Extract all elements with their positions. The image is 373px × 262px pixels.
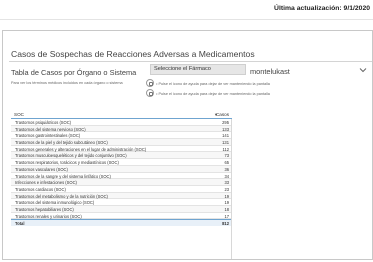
row-count: 141: [222, 133, 229, 139]
help-note-right-2: • Pulse el icono de ayuda para dejar de …: [145, 89, 270, 98]
row-label: Trastornos del sistema inmunológico (SOC…: [15, 200, 95, 206]
help-icon[interactable]: [146, 79, 154, 87]
help-icon[interactable]: [146, 89, 154, 97]
chevron-down-icon: [359, 68, 367, 73]
table-row[interactable]: Trastornos gastrointestinales (SOC) 141: [11, 132, 232, 140]
row-count: 295: [222, 120, 229, 125]
top-bar: Última actualización: 9/1/2020: [0, 0, 373, 20]
row-label: Infecciones e infestaciones (SOC): [15, 180, 77, 186]
row-label: Trastornos gastrointestinales (SOC): [15, 133, 81, 139]
table-row[interactable]: Trastornos del sistema nervioso (SOC) 133: [11, 125, 232, 133]
row-count: 17: [224, 213, 229, 219]
row-label: Trastornos del metabolismo y de la nutri…: [15, 193, 108, 199]
help-note-right-1: • Pulse el icono de ayuda para dejar de …: [145, 79, 270, 88]
row-label: Trastornos psiquiátricos (SOC): [15, 120, 72, 125]
table-total-row: Total 812: [11, 219, 232, 227]
row-label: Trastornos generales y alteraciones en e…: [15, 146, 147, 152]
title-divider: [9, 61, 372, 62]
help-note-left: Para ver los términos médicos incluidos …: [11, 81, 123, 85]
table-row[interactable]: Trastornos renales y urinarios (SOC) 17: [11, 213, 232, 220]
table-row[interactable]: Trastornos de la sangre y del sistema li…: [11, 173, 232, 180]
table-row[interactable]: Trastornos de la piel y del tejido subcu…: [11, 139, 232, 146]
row-count: 19: [224, 193, 229, 199]
row-label: Trastornos hepatobiliares (SOC): [15, 206, 74, 212]
row-count: 133: [222, 126, 229, 132]
row-label: Trastornos de la piel y del tejido subcu…: [15, 140, 108, 146]
table-row[interactable]: Trastornos respiratorios, torácicos y me…: [11, 159, 232, 166]
table-row[interactable]: Trastornos psiquiátricos (SOC) 295: [11, 119, 232, 126]
report-title: Casos de Sospechas de Reacciones Adversa…: [11, 49, 255, 59]
row-label: Trastornos respiratorios, torácicos y me…: [15, 160, 119, 166]
table-row[interactable]: Trastornos musculoesqueléticos y del tej…: [11, 152, 232, 160]
table-row[interactable]: Trastornos cardiacos (SOC) 23: [11, 186, 232, 193]
drug-dropdown-value: montelukast: [250, 67, 290, 76]
row-count: 34: [224, 173, 229, 179]
help-note-right-2-text: • Pulse el icono de ayuda para dejar de …: [156, 92, 270, 96]
row-count: 33: [224, 180, 229, 186]
column-header-soc[interactable]: SOC: [14, 112, 24, 117]
row-label: Trastornos musculoesqueléticos y del tej…: [15, 153, 127, 159]
help-note-right-1-text: • Pulse el icono de ayuda para dejar de …: [156, 82, 270, 86]
row-label: Trastornos vasculares (SOC): [15, 166, 68, 172]
drug-dropdown[interactable]: montelukast: [248, 64, 372, 78]
table-row[interactable]: Trastornos hepatobiliares (SOC) 18: [11, 205, 232, 213]
row-count: 23: [224, 186, 229, 192]
table-row[interactable]: Trastornos del sistema inmunológico (SOC…: [11, 199, 232, 206]
table-row[interactable]: Trastornos generales y alteraciones en e…: [11, 146, 232, 153]
row-count: 18: [224, 206, 229, 212]
row-label: Trastornos cardiacos (SOC): [15, 186, 66, 192]
table-row[interactable]: Infecciones e infestaciones (SOC) 33: [11, 179, 232, 186]
report-frame: Casos de Sospechas de Reacciones Adversa…: [2, 30, 373, 260]
table-scrollbar[interactable]: [231, 119, 232, 259]
row-count: 73: [224, 153, 229, 159]
row-count: 131: [222, 140, 229, 146]
row-count: 36: [224, 166, 229, 172]
table-subtitle: Tabla de Casos por Órgano o Sistema: [11, 68, 137, 77]
table-row[interactable]: Trastornos vasculares (SOC) 36: [11, 165, 232, 173]
row-count: 112: [222, 146, 229, 152]
table-row[interactable]: Trastornos del metabolismo y de la nutri…: [11, 192, 232, 200]
cases-table: SOC ▼ Casos Trastornos psiquiátricos (SO…: [11, 110, 232, 227]
row-label: Trastornos del sistema nervioso (SOC): [15, 126, 86, 132]
row-count: 65: [224, 160, 229, 166]
row-label: Trastornos renales y urinarios (SOC): [15, 213, 82, 219]
column-header-casos[interactable]: Casos: [216, 112, 229, 117]
drug-selector-label[interactable]: Seleccione el Fármaco: [150, 64, 246, 75]
last-update-text: Última actualización: 9/1/2020: [274, 5, 370, 12]
table-body: Trastornos psiquiátricos (SOC) 295 Trasto…: [11, 119, 232, 220]
total-count: 812: [222, 221, 229, 227]
row-label: Trastornos de la sangre y del sistema li…: [15, 173, 111, 179]
total-label: Total: [15, 221, 25, 227]
row-count: 19: [224, 200, 229, 206]
table-header: SOC ▼ Casos: [11, 110, 232, 119]
